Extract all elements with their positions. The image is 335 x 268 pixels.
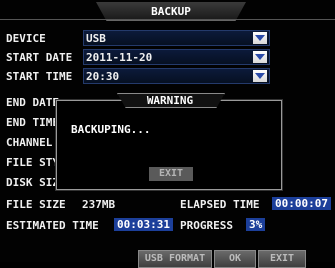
chevron-down-icon[interactable]	[253, 32, 267, 44]
title-divider	[0, 19, 335, 20]
channel-label: CHANNEL	[6, 136, 53, 149]
start-date-value: 2011-11-20	[86, 51, 153, 64]
warning-dialog: WARNING BACKUPING... EXIT	[56, 93, 282, 190]
start-date-label: START DATE	[6, 51, 73, 64]
estimated-time-value: 00:03:31	[114, 218, 173, 231]
dialog-message: BACKUPING...	[71, 123, 151, 136]
dialog-exit-button[interactable]: EXIT	[149, 167, 193, 181]
end-date-label: END DATE	[6, 96, 59, 109]
file-size-label: FILE SIZE	[6, 198, 66, 211]
chevron-down-icon[interactable]	[253, 70, 267, 82]
elapsed-time-value: 00:00:07	[272, 197, 331, 210]
elapsed-time-label: ELAPSED TIME	[180, 198, 260, 211]
estimated-time-label: ESTIMATED TIME	[6, 219, 99, 232]
exit-button[interactable]: EXIT	[258, 250, 306, 268]
ok-button[interactable]: OK	[214, 250, 256, 268]
progress-value: 3%	[246, 218, 266, 231]
device-value: USB	[86, 32, 106, 45]
progress-label: PROGRESS	[180, 219, 233, 232]
chevron-down-icon[interactable]	[253, 51, 267, 63]
end-time-label: END TIME	[6, 116, 59, 129]
window-title: BACKUP	[151, 5, 191, 18]
usb-format-button[interactable]: USB FORMAT	[138, 250, 212, 268]
start-time-value: 20:30	[86, 70, 120, 83]
device-select[interactable]	[83, 30, 270, 46]
file-size-value: 237MB	[82, 198, 116, 211]
start-time-label: START TIME	[6, 70, 73, 83]
dialog-title: WARNING	[146, 94, 194, 107]
device-label: DEVICE	[6, 32, 46, 45]
backup-screen: BACKUP DEVICE USB START DATE 2011-11-20 …	[0, 0, 335, 268]
